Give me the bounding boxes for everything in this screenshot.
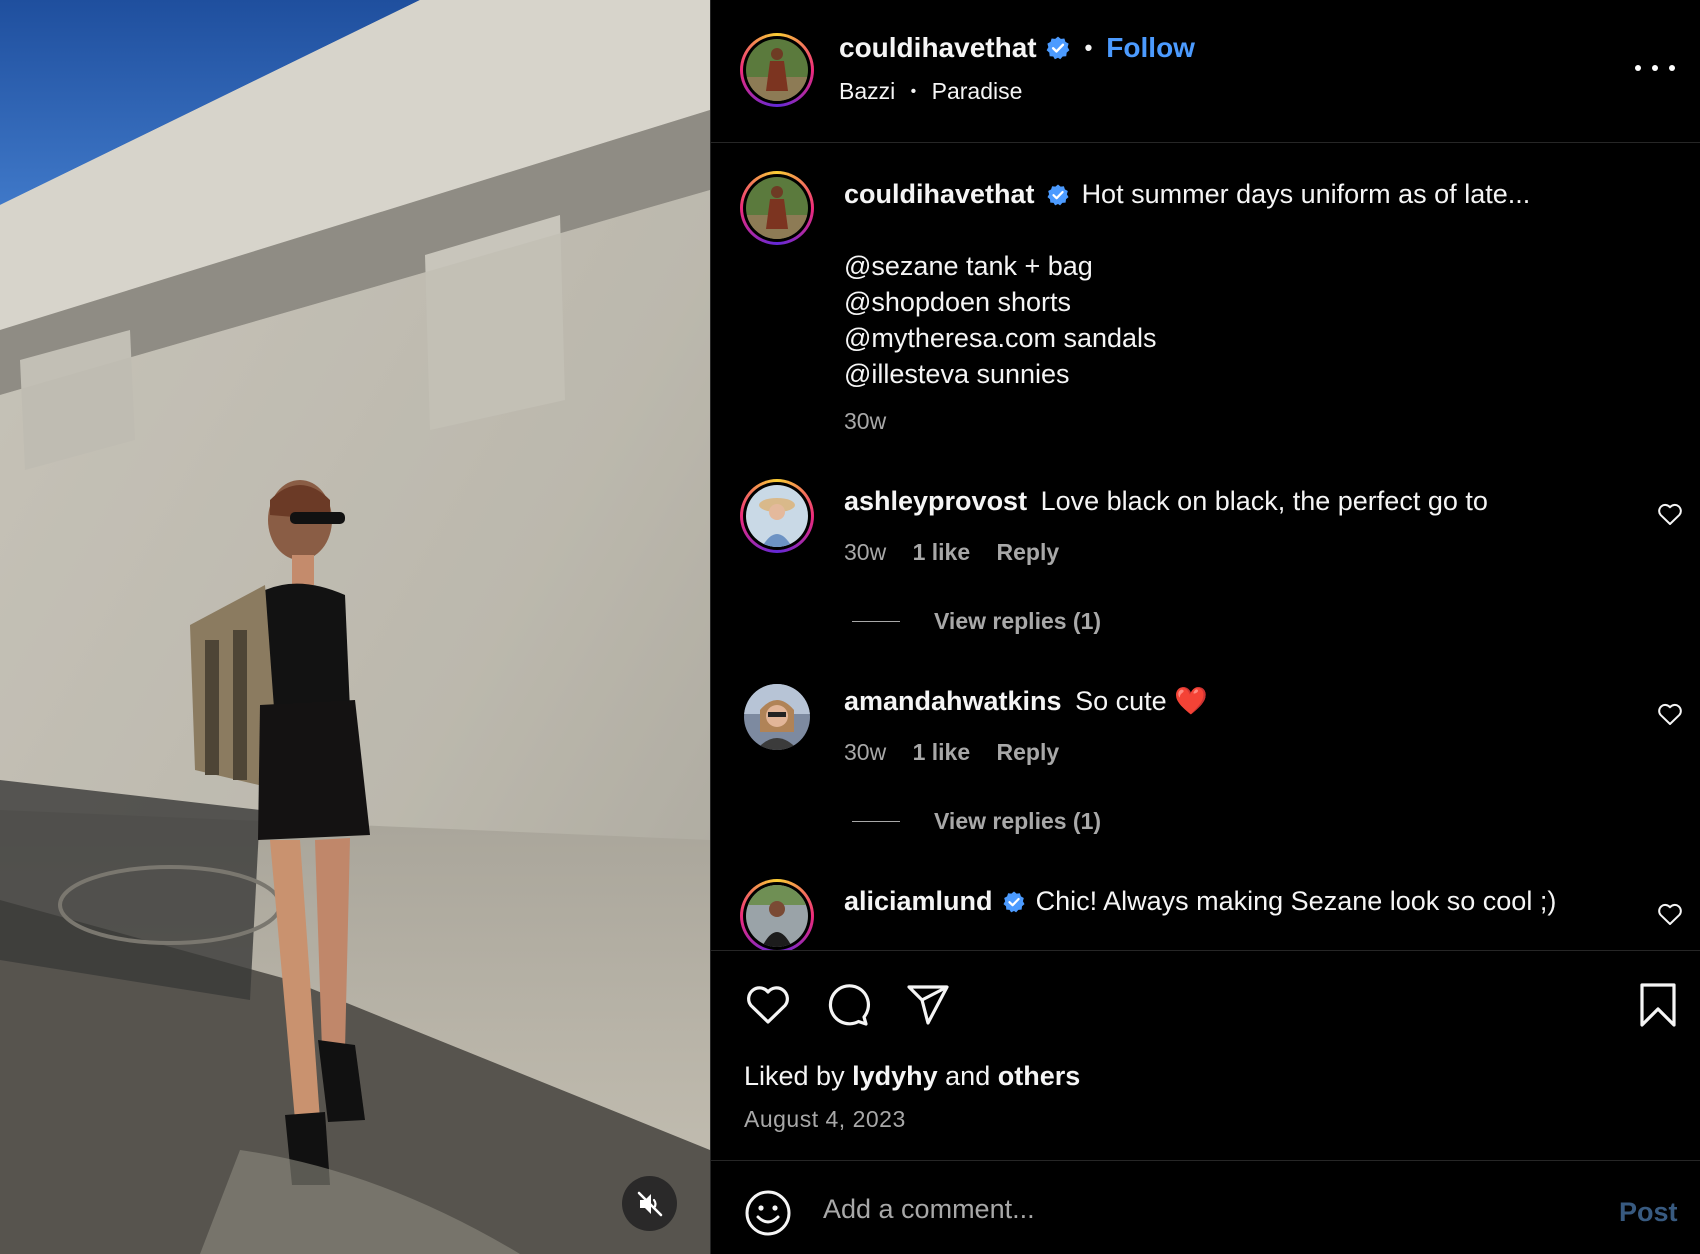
comment-icon[interactable]: [824, 981, 872, 1029]
comment-text-row: aliciamlund Chic! Always making Sezane l…: [844, 883, 1556, 919]
bookmark-icon[interactable]: [1634, 981, 1682, 1029]
post-actions: Liked by lydyhy and others August 4, 202…: [711, 950, 1700, 1160]
comment-like-heart-icon[interactable]: [1657, 502, 1683, 526]
more-options-icon[interactable]: [1635, 58, 1675, 78]
comment-text-row: amandahwatkins So cute ❤️: [844, 683, 1208, 719]
view-replies-button[interactable]: View replies (1): [852, 808, 1101, 835]
comment-meta: 30w 1 like Reply: [844, 539, 1079, 566]
caption-timestamp: 30w: [844, 408, 906, 435]
comment-reply-button[interactable]: Reply: [997, 539, 1060, 565]
caption-first-line: couldihavethat Hot summer days uniform a…: [844, 176, 1530, 212]
comment-avatar[interactable]: [740, 879, 814, 950]
caption-line: @illesteva sunnies: [844, 359, 1070, 389]
comment-username[interactable]: amandahwatkins: [844, 686, 1062, 716]
author-avatar-image: [746, 39, 808, 101]
heart-icon[interactable]: [744, 981, 792, 1029]
comment-text: Love black on black, the perfect go to: [1040, 486, 1488, 516]
comment-time: 30w: [844, 539, 887, 565]
verified-badge-icon: [1047, 184, 1069, 206]
liked-by: Liked by lydyhy and others: [744, 1061, 1080, 1092]
comment-avatar-image: [746, 885, 808, 947]
author-username[interactable]: couldihavethat: [839, 32, 1037, 64]
caption-avatar-image: [746, 177, 808, 239]
caption-avatar[interactable]: [740, 171, 814, 245]
comment-avatar-image: [746, 485, 808, 547]
comment-avatar-image: [744, 684, 810, 750]
mute-icon: [637, 1191, 662, 1216]
comment-meta: 30w 1 like Reply: [844, 739, 1079, 766]
audio-track: Paradise: [931, 78, 1023, 104]
comment-input[interactable]: [823, 1183, 1523, 1235]
follow-button[interactable]: Follow: [1106, 32, 1195, 64]
comment-likes[interactable]: 1 like: [913, 739, 971, 765]
comment-avatar[interactable]: [744, 684, 810, 750]
post-date[interactable]: August 4, 2023: [744, 1106, 906, 1133]
post-media[interactable]: [0, 0, 710, 1254]
comments-list[interactable]: couldihavethat Hot summer days uniform a…: [711, 144, 1700, 950]
emoji-icon[interactable]: [744, 1189, 792, 1237]
comment-username[interactable]: ashleyprovost: [844, 486, 1027, 516]
post-video-frame: [0, 0, 710, 1254]
liked-by-prefix: Liked by: [744, 1061, 845, 1091]
caption-line: @shopdoen shorts: [844, 287, 1072, 317]
verified-badge-icon: [1046, 36, 1069, 60]
comment-text: So cute ❤️: [1075, 686, 1208, 716]
caption-username[interactable]: couldihavethat: [844, 179, 1035, 209]
view-replies-label: View replies (1): [934, 608, 1102, 634]
audio-separator: •: [910, 83, 917, 100]
post-comment-button[interactable]: Post: [1619, 1197, 1678, 1228]
caption-line: @sezane tank + bag: [844, 251, 1093, 281]
caption-time: 30w: [844, 408, 887, 434]
post-header: couldihavethat • Follow Bazzi • Paradise: [711, 0, 1700, 143]
view-replies-button[interactable]: View replies (1): [852, 608, 1101, 635]
comment-like-heart-icon[interactable]: [1657, 902, 1683, 926]
audio-artist: Bazzi: [839, 78, 896, 104]
view-replies-label: View replies (1): [934, 808, 1102, 834]
author-avatar[interactable]: [740, 33, 814, 107]
caption-line: @mytheresa.com sandals: [844, 323, 1157, 353]
post-side-panel: couldihavethat • Follow Bazzi • Paradise: [710, 0, 1700, 1254]
add-comment-bar: Post: [711, 1160, 1700, 1254]
comment-text: Chic! Always making Sezane look so cool …: [1035, 886, 1557, 916]
liked-by-conjunction: and: [945, 1061, 991, 1091]
comment-text-row: ashleyprovost Love black on black, the p…: [844, 483, 1488, 519]
audio-attribution[interactable]: Bazzi • Paradise: [839, 78, 1022, 105]
comment-like-heart-icon[interactable]: [1657, 702, 1683, 726]
comment-reply-button[interactable]: Reply: [997, 739, 1060, 765]
caption-text: Hot summer days uniform as of late...: [1081, 179, 1531, 209]
comment-likes[interactable]: 1 like: [913, 539, 971, 565]
liked-by-others[interactable]: others: [998, 1061, 1081, 1091]
header-user-row: couldihavethat • Follow: [839, 32, 1195, 64]
header-separator: •: [1084, 35, 1093, 60]
verified-badge-icon: [1003, 891, 1025, 913]
view-replies-line: [852, 621, 900, 622]
share-icon[interactable]: [904, 981, 952, 1029]
view-replies-line: [852, 821, 900, 822]
liked-by-user[interactable]: lydyhy: [852, 1061, 938, 1091]
comment-time: 30w: [844, 739, 887, 765]
comment-username[interactable]: aliciamlund: [844, 886, 993, 916]
mute-toggle-button[interactable]: [622, 1176, 677, 1231]
comment-avatar[interactable]: [740, 479, 814, 553]
